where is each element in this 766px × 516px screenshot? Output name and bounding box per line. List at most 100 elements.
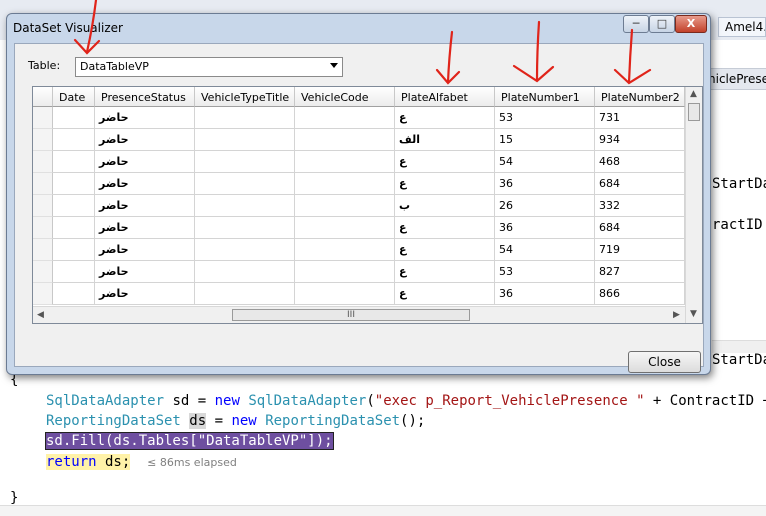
grid-cell-platealfabet[interactable]: ع [395,107,495,129]
minimize-button[interactable]: ─ [623,15,649,33]
grid-cell-vehiclecode[interactable] [295,239,395,261]
grid-cell-date[interactable] [53,261,95,283]
grid-cell-platealfabet[interactable]: ع [395,283,495,305]
grid-cell-platenumber1[interactable]: 26 [495,195,595,217]
grid-cell-vehicletypetitle[interactable] [195,151,295,173]
editor-horizontal-scrollbar[interactable] [0,505,766,516]
grid-cell-platenumber1[interactable]: 36 [495,217,595,239]
grid-cell-presencestatus[interactable]: حاضر [95,261,195,283]
chevron-down-icon[interactable] [330,63,338,68]
window-close-button[interactable]: X [675,15,707,33]
grid-cell-platenumber1[interactable]: 54 [495,151,595,173]
column-header-date[interactable]: Date [53,87,95,107]
row-header[interactable] [33,217,53,239]
grid-cell-platealfabet[interactable]: ع [395,239,495,261]
column-header-vehiclecode[interactable]: VehicleCode [295,87,395,107]
grid-cell-platenumber1[interactable]: 36 [495,173,595,195]
grid-cell-vehiclecode[interactable] [295,151,395,173]
grid-cell-vehiclecode[interactable] [295,195,395,217]
horizontal-scroll-thumb[interactable]: III [232,309,470,321]
grid-cell-date[interactable] [53,151,95,173]
grid-cell-vehiclecode[interactable] [295,129,395,151]
scroll-left-icon[interactable]: ◀ [37,310,44,320]
grid-cell-vehiclecode[interactable] [295,107,395,129]
grid-cell-vehicletypetitle[interactable] [195,283,295,305]
table-select[interactable]: DataTableVP [75,57,343,77]
grid-cell-platenumber1[interactable]: 53 [495,107,595,129]
grid-cell-platenumber1[interactable]: 15 [495,129,595,151]
grid-cell-platealfabet[interactable]: ع [395,261,495,283]
grid-cell-platealfabet[interactable]: ع [395,151,495,173]
grid-cell-vehiclecode[interactable] [295,217,395,239]
grid-cell-vehicletypetitle[interactable] [195,173,295,195]
column-header-presencestatus[interactable]: PresenceStatus [95,87,195,107]
grid-cell-platenumber2[interactable]: 684 [595,217,685,239]
grid-cell-presencestatus[interactable]: حاضر [95,217,195,239]
row-header[interactable] [33,261,53,283]
vertical-scroll-thumb[interactable] [688,103,700,121]
grid-cell-presencestatus[interactable]: حاضر [95,195,195,217]
grid-horizontal-scrollbar[interactable]: ◀ III ▶ [33,306,685,323]
row-header[interactable] [33,107,53,129]
grid-cell-vehiclecode[interactable] [295,283,395,305]
data-grid[interactable]: Date PresenceStatus VehicleTypeTitle Veh… [32,86,703,324]
row-header[interactable] [33,129,53,151]
row-header[interactable] [33,195,53,217]
grid-cell-vehicletypetitle[interactable] [195,217,295,239]
grid-cell-platealfabet[interactable]: ع [395,173,495,195]
ide-navigation-bar[interactable]: hiclePresen [704,68,766,90]
row-header[interactable] [33,283,53,305]
grid-cell-date[interactable] [53,239,95,261]
column-header-platenumber1[interactable]: PlateNumber1 [495,87,595,107]
grid-cell-presencestatus[interactable]: حاضر [95,129,195,151]
column-header-platealfabet[interactable]: PlateAlfabet [395,87,495,107]
grid-vertical-scrollbar[interactable]: ▲ ▼ [685,87,702,323]
scroll-up-icon[interactable]: ▲ [690,89,697,99]
grid-cell-vehiclecode[interactable] [295,261,395,283]
column-header-vehicletypetitle[interactable]: VehicleTypeTitle [195,87,295,107]
grid-cell-date[interactable] [53,107,95,129]
grid-cell-platenumber2[interactable]: 827 [595,261,685,283]
grid-cell-date[interactable] [53,283,95,305]
close-button[interactable]: Close [628,351,701,373]
grid-cell-platenumber1[interactable]: 54 [495,239,595,261]
row-header[interactable] [33,239,53,261]
grid-cell-platenumber1[interactable]: 36 [495,283,595,305]
scroll-down-icon[interactable]: ▼ [690,309,697,319]
grid-cell-platenumber2[interactable]: 332 [595,195,685,217]
grid-cell-date[interactable] [53,217,95,239]
dataset-visualizer-window: DataSet Visualizer ─ □ X Table: DataTabl… [6,13,711,375]
row-header[interactable] [33,151,53,173]
grid-cell-presencestatus[interactable]: حاضر [95,107,195,129]
grid-cell-platenumber2[interactable]: 684 [595,173,685,195]
grid-cell-vehicletypetitle[interactable] [195,107,295,129]
grid-cell-vehiclecode[interactable] [295,173,395,195]
grid-cell-presencestatus[interactable]: حاضر [95,239,195,261]
grid-cell-presencestatus[interactable]: حاضر [95,173,195,195]
grid-cell-vehicletypetitle[interactable] [195,261,295,283]
grid-cell-date[interactable] [53,195,95,217]
grid-cell-platenumber2[interactable]: 934 [595,129,685,151]
grid-cell-platenumber1[interactable]: 53 [495,261,595,283]
grid-cell-date[interactable] [53,173,95,195]
grid-cell-presencestatus[interactable]: حاضر [95,283,195,305]
grid-cell-platenumber2[interactable]: 719 [595,239,685,261]
ide-document-tab[interactable]: Amel4.B [718,17,766,37]
ide-scrollbar[interactable] [712,340,766,353]
grid-cell-platenumber2[interactable]: 468 [595,151,685,173]
grid-cell-platealfabet[interactable]: ع [395,217,495,239]
grid-cell-date[interactable] [53,129,95,151]
grid-cell-platenumber2[interactable]: 731 [595,107,685,129]
scroll-right-icon[interactable]: ▶ [673,310,680,320]
row-header[interactable] [33,173,53,195]
grid-cell-vehicletypetitle[interactable] [195,129,295,151]
grid-cell-vehicletypetitle[interactable] [195,239,295,261]
grid-cell-platenumber2[interactable]: 866 [595,283,685,305]
column-header-platenumber2[interactable]: PlateNumber2 [595,87,685,107]
code-line-fill-selected[interactable]: sd.Fill(ds.Tables["DataTableVP"]); [45,432,334,450]
grid-cell-vehicletypetitle[interactable] [195,195,295,217]
grid-cell-platealfabet[interactable]: الف [395,129,495,151]
maximize-button[interactable]: □ [649,15,675,33]
grid-cell-platealfabet[interactable]: ب [395,195,495,217]
grid-cell-presencestatus[interactable]: حاضر [95,151,195,173]
